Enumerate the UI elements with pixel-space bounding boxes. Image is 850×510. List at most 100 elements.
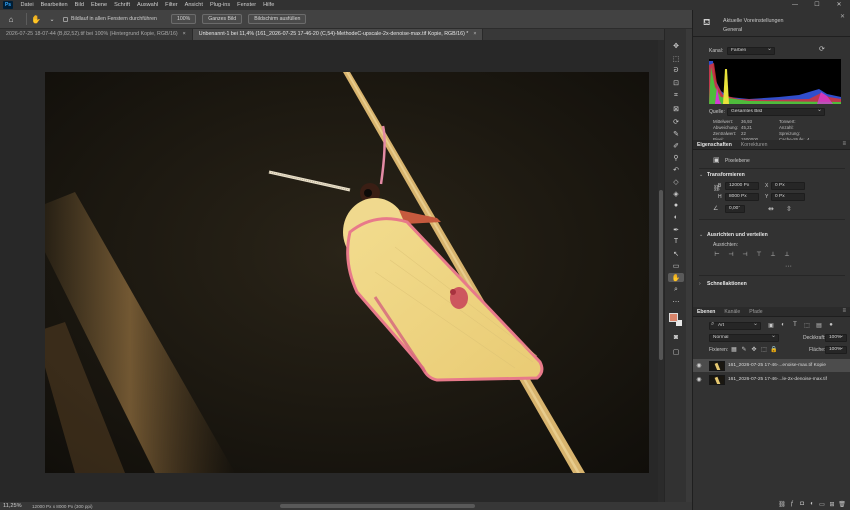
type-tool-icon[interactable]: T	[668, 237, 684, 246]
photoshop-logo[interactable]: Ps	[3, 1, 13, 9]
move-tool-icon[interactable]: ✥	[668, 41, 684, 50]
x-field[interactable]: 0 Px	[771, 182, 805, 190]
frame-tool-icon[interactable]: ⊠	[668, 104, 684, 113]
refresh-icon[interactable]: ⟳	[819, 45, 825, 53]
flip-vertical-icon[interactable]: ⇳	[786, 205, 792, 213]
horizontal-scroll-thumb[interactable]	[280, 504, 475, 508]
align-bottom-icon[interactable]: ⊥	[780, 251, 794, 258]
gradient-tool-icon[interactable]: ◈	[668, 189, 684, 198]
home-icon[interactable]: ⌂	[6, 14, 16, 24]
close-panel-icon[interactable]: ✕	[840, 13, 845, 20]
brush-tool-icon[interactable]: ✐	[668, 141, 684, 150]
menu-auswahl[interactable]: Auswahl	[134, 2, 162, 8]
healing-brush-icon[interactable]: ✎	[668, 129, 684, 138]
canvas-area[interactable]	[0, 40, 664, 502]
filter-smart-icon[interactable]: ▤	[813, 322, 825, 329]
fit-screen-button[interactable]: Ganzes Bild	[202, 14, 243, 24]
close-window-button[interactable]: ✕	[828, 0, 850, 10]
fill-field[interactable]: 100%	[825, 346, 847, 354]
eye-icon[interactable]: ◉	[693, 362, 705, 369]
align-left-icon[interactable]: ⊢	[710, 251, 724, 258]
hand-tool-icon[interactable]: ✋	[668, 273, 684, 282]
tab-document-1[interactable]: 2026-07-25 18-07-44 (B,82,52).tif bei 10…	[0, 29, 193, 40]
checkbox-box[interactable]	[63, 16, 68, 22]
foreground-color-fill[interactable]	[669, 313, 678, 322]
menu-ebene[interactable]: Ebene	[87, 2, 110, 8]
preset-icon[interactable]: ⛾	[703, 17, 710, 29]
document-size[interactable]: 12000 Px x 8000 Px (300 ppi)	[32, 504, 93, 509]
height-field[interactable]: 8000 Px	[725, 193, 759, 201]
lock-transparency-icon[interactable]: ▦	[729, 346, 739, 353]
close-icon[interactable]: ×	[473, 29, 476, 40]
panel-menu-icon[interactable]: ≡	[842, 308, 846, 314]
hand-tool-icon[interactable]: ✋	[31, 14, 41, 24]
lock-position-icon[interactable]: ✥	[749, 346, 759, 353]
adjustment-layer-icon[interactable]: ◐	[807, 501, 817, 507]
fill-screen-button[interactable]: Bildschirm ausfüllen	[248, 14, 307, 24]
opacity-field[interactable]: 100%	[825, 334, 847, 342]
tab-layers[interactable]: Ebenen	[697, 309, 715, 315]
source-select[interactable]: Gesamtes Bild	[727, 108, 825, 116]
chevron-down-icon[interactable]: ⌄	[47, 14, 57, 24]
align-hcenter-icon[interactable]: ⊣	[724, 251, 738, 258]
zoom-100-button[interactable]: 100%	[170, 14, 197, 24]
eraser-icon[interactable]: ◇	[668, 177, 684, 186]
menu-filter[interactable]: Filter	[162, 2, 181, 8]
quick-mask-icon[interactable]: ◙	[668, 333, 684, 342]
screen-mode-icon[interactable]: ▢	[668, 347, 684, 356]
lock-pixels-icon[interactable]: ✎	[739, 346, 749, 353]
new-layer-icon[interactable]: ⊞	[827, 501, 837, 508]
close-icon[interactable]: ×	[183, 29, 186, 40]
y-field[interactable]: 0 Px	[771, 193, 805, 201]
zoom-tool-icon[interactable]: ⌕	[668, 285, 684, 294]
align-vcenter-icon[interactable]: ⊥	[766, 251, 780, 258]
tab-adjustments[interactable]: Korrekturen	[741, 142, 768, 148]
tab-document-2[interactable]: Unbenannt-1 bei 11,4% (161_2026-07-25 17…	[192, 29, 484, 40]
clone-stamp-icon[interactable]: ⚲	[668, 153, 684, 162]
menu-hilfe[interactable]: Hilfe	[260, 2, 278, 8]
blur-tool-icon[interactable]: ●	[668, 201, 684, 210]
new-group-icon[interactable]: ▭	[817, 501, 827, 508]
tab-properties[interactable]: Eigenschaften	[697, 142, 732, 148]
tab-channels[interactable]: Kanäle	[724, 309, 740, 315]
menu-plugins[interactable]: Plug-ins	[206, 2, 233, 8]
lock-artboard-icon[interactable]: ⬚	[759, 346, 769, 353]
menu-bild[interactable]: Bild	[71, 2, 87, 8]
channel-select[interactable]: Farben	[727, 47, 775, 55]
add-mask-icon[interactable]: ◘	[797, 501, 807, 507]
menu-datei[interactable]: Datei	[17, 2, 37, 8]
chevron-down-icon[interactable]: ⌄	[699, 232, 703, 238]
fx-icon[interactable]: ƒ	[787, 501, 797, 507]
menu-fenster[interactable]: Fenster	[234, 2, 260, 8]
align-top-icon[interactable]: ⊤	[752, 251, 766, 258]
menu-schrift[interactable]: Schrift	[111, 2, 134, 8]
zoom-level[interactable]: 11,25%	[0, 503, 24, 509]
history-brush-icon[interactable]: ↶	[668, 165, 684, 174]
lock-all-icon[interactable]: 🔒	[769, 346, 779, 353]
rectangle-tool-icon[interactable]: ▭	[668, 261, 684, 270]
scroll-thumb[interactable]	[659, 190, 663, 360]
chevron-down-icon[interactable]: ⌄	[699, 172, 703, 178]
dodge-tool-icon[interactable]: ◐	[668, 213, 684, 222]
filter-pixel-icon[interactable]: ▣	[765, 322, 777, 329]
width-field[interactable]: 12000 Px	[725, 182, 759, 190]
menu-bearbeiten[interactable]: Bearbeiten	[37, 2, 71, 8]
filter-adjust-icon[interactable]: ◐	[777, 322, 789, 329]
eyedropper-icon[interactable]: ⟳	[668, 117, 684, 126]
flip-horizontal-icon[interactable]: ⇹	[768, 205, 774, 213]
lasso-tool-icon[interactable]: ᘐ	[668, 66, 684, 75]
menu-ansicht[interactable]: Ansicht	[181, 2, 206, 8]
layer-filter-select[interactable]: Art	[709, 322, 761, 330]
crop-tool-icon[interactable]: ⌗	[668, 91, 684, 100]
object-select-icon[interactable]: ⊡	[668, 78, 684, 87]
scroll-all-windows-checkbox[interactable]: Bildlauf in allen Fenstern durchführen	[63, 16, 157, 22]
more-tools-icon[interactable]: ⋯	[668, 297, 684, 306]
angle-field[interactable]: 0,00°	[725, 205, 745, 213]
more-icon[interactable]: ···	[785, 263, 792, 270]
minimize-button[interactable]: —	[784, 0, 806, 10]
eye-icon[interactable]: ◉	[693, 376, 705, 383]
align-right-icon[interactable]: ⊣	[738, 251, 752, 258]
layer-row[interactable]: ◉ 161_2026-07-25 17-46-...enoise-max.tif…	[693, 359, 850, 372]
filter-shape-icon[interactable]: ⬚	[801, 322, 813, 329]
filter-type-icon[interactable]: T	[789, 322, 801, 329]
